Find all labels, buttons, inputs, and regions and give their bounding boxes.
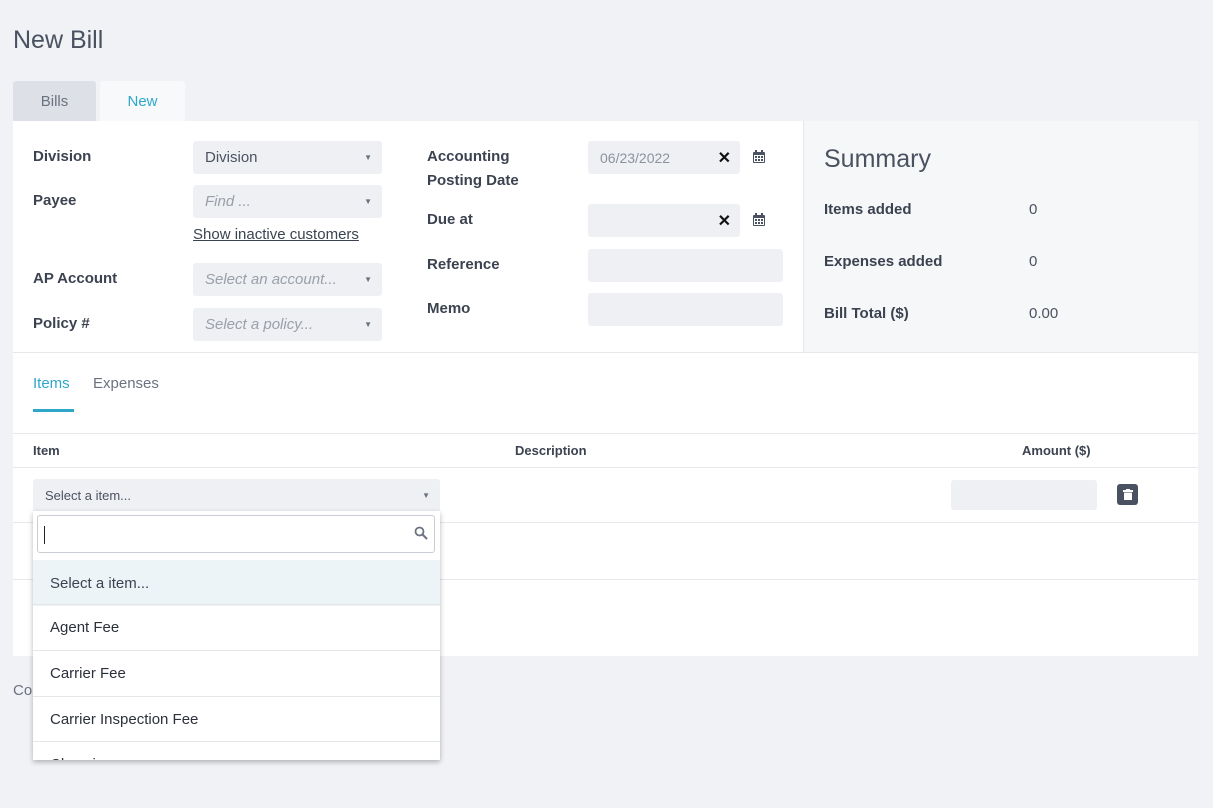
clear-icon[interactable]: ✕ [718,211,731,231]
caret-down-icon: ▼ [364,153,372,162]
amount-input[interactable] [951,480,1097,510]
divider [13,352,1198,353]
items-added-value: 0 [1029,201,1038,218]
tab-bills[interactable]: Bills [13,81,96,121]
item-select-value: Select a item... [45,487,131,503]
subtab-expenses[interactable]: Expenses [93,375,159,392]
item-select[interactable]: Select a item... ▼ [33,479,440,511]
footer-text: Co [13,682,33,699]
accounting-posting-date-input[interactable]: 06/23/2022 ✕ [588,141,740,174]
accounting-posting-date-label-line2: Posting Date [427,172,519,189]
policy-label: Policy # [33,315,90,332]
caret-down-icon: ▼ [364,275,372,284]
tab-new[interactable]: New [100,81,185,121]
caret-down-icon: ▼ [364,320,372,329]
calendar-icon[interactable] [752,213,766,227]
summary-title: Summary [824,145,931,173]
policy-placeholder: Select a policy... [205,316,314,333]
division-label: Division [33,148,92,165]
dropdown-option[interactable]: Carrier Fee [33,650,440,696]
due-at-label: Due at [427,211,473,228]
clear-icon[interactable]: ✕ [718,148,731,168]
search-icon [414,526,428,540]
expenses-added-value: 0 [1029,253,1038,270]
active-subtab-indicator [33,409,74,412]
reference-input[interactable] [588,249,783,282]
show-inactive-customers-link[interactable]: Show inactive customers [193,226,359,243]
accounting-posting-date-value: 06/23/2022 [600,149,671,166]
calendar-icon[interactable] [752,150,766,164]
ap-account-label: AP Account [33,270,118,287]
summary-panel: Summary Items added 0 Expenses added 0 B… [803,121,1198,352]
trash-icon [1122,489,1133,500]
payee-select[interactable]: Find ... ▼ [193,185,382,218]
delete-row-button[interactable] [1117,484,1138,505]
dropdown-option[interactable]: Carrier Inspection Fee [33,696,440,742]
policy-select[interactable]: Select a policy... ▼ [193,308,382,341]
division-select[interactable]: Division ▼ [193,141,382,174]
payee-placeholder: Find ... [205,193,251,210]
divider [13,467,1198,468]
page-title: New Bill [13,26,104,54]
memo-label: Memo [427,300,471,317]
column-header-item: Item [33,443,60,458]
ap-account-placeholder: Select an account... [205,271,337,288]
subtab-items[interactable]: Items [33,375,70,392]
division-value: Division [205,149,258,166]
item-dropdown: Select a item... Agent Fee Carrier Fee C… [33,511,440,760]
caret-down-icon: ▼ [364,197,372,206]
dropdown-option[interactable]: Chassis... [33,741,440,760]
dropdown-option[interactable]: Agent Fee [33,604,440,650]
reference-label: Reference [427,256,500,273]
ap-account-select[interactable]: Select an account... ▼ [193,263,382,296]
column-header-description: Description [515,443,587,458]
text-cursor [44,526,45,544]
divider [13,433,1198,434]
bill-total-value: 0.00 [1029,305,1059,322]
expenses-added-label: Expenses added [824,253,943,270]
due-at-input[interactable]: ✕ [588,204,740,237]
bill-details-form: Division Division ▼ Payee Find ... ▼ Sho… [13,121,803,352]
column-header-amount: Amount ($) [1022,443,1091,458]
payee-label: Payee [33,192,77,209]
bill-total-label: Bill Total ($) [824,305,909,322]
memo-input[interactable] [588,293,783,326]
dropdown-option[interactable]: Select a item... [33,560,440,606]
item-search-input[interactable] [37,515,435,553]
caret-down-icon: ▼ [422,491,430,500]
accounting-posting-date-label-line1: Accounting [427,148,510,165]
items-added-label: Items added [824,201,912,218]
